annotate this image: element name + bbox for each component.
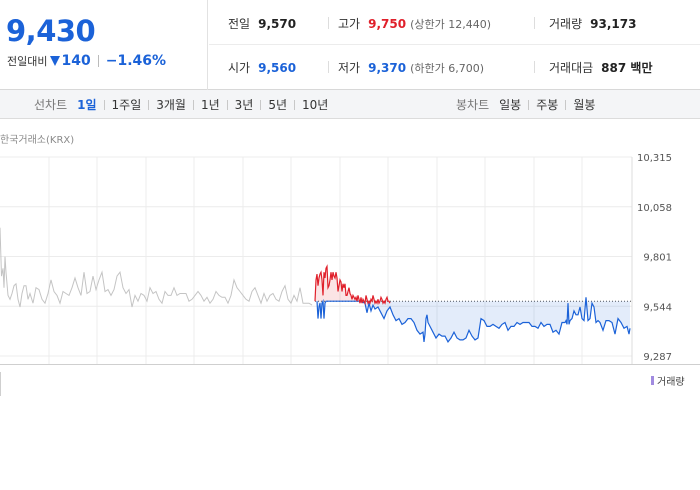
candle-chart-title: 봉차트	[456, 98, 490, 112]
stat-prev-close: 전일 9,570	[228, 15, 296, 32]
y-tick-label: 9,287	[643, 352, 672, 363]
y-tick-label: 9,544	[643, 302, 672, 313]
volume-value: 93,173	[590, 17, 637, 31]
period-divider	[148, 99, 150, 110]
stat-divider	[534, 61, 535, 73]
stats-grid: 전일 9,570 고가 9,750 (상한가 12,440) 거래량 93,17…	[209, 0, 700, 90]
current-price: 9,430	[6, 14, 96, 48]
volume-axis-line	[0, 372, 1, 396]
down-arrow-icon	[50, 56, 61, 66]
change-label: 전일대비	[7, 55, 48, 68]
volume-legend: 거래량	[651, 373, 685, 388]
y-tick-label: 10,315	[637, 153, 672, 164]
chart-baseline	[0, 364, 700, 365]
trade-value: 887 백만	[601, 61, 653, 75]
period-1w-button[interactable]: 1주일	[112, 96, 142, 113]
trade-value-label: 거래대금	[549, 61, 594, 75]
period-5y-button[interactable]: 5년	[268, 96, 287, 113]
y-tick-label: 10,058	[637, 203, 672, 214]
price-chart-area: 10,315 10,058 9,801 9,544 9,287 한국거래소(KRX) 거…	[0, 120, 700, 396]
price-chart: 10,315 10,058 9,801 9,544 9,287	[0, 153, 672, 364]
period-divider	[192, 99, 194, 110]
y-tick-label: 9,801	[643, 253, 672, 264]
stat-high: 고가 9,750 (상한가 12,440)	[338, 15, 491, 32]
period-toolbar: 선차트 1일 1주일 3개월 1년 3년 5년 10년 봉차트 일봉 주봉 월봉	[0, 90, 700, 119]
candle-daily-button[interactable]: 일봉	[499, 96, 521, 113]
stat-trade-value: 거래대금 887 백만	[549, 59, 652, 76]
high-label: 고가	[338, 17, 361, 31]
stat-divider	[328, 17, 329, 29]
stat-open: 시가 9,560	[228, 59, 296, 76]
stats-row-divider	[209, 44, 700, 45]
period-3y-button[interactable]: 3년	[235, 96, 254, 113]
volume-label: 거래량	[549, 17, 583, 31]
quote-summary: 9,430 전일대비 140 −1.46% 전일 9,570 고가 9,750 …	[0, 0, 700, 90]
line-chart-title: 선차트	[34, 98, 68, 112]
period-1y-button[interactable]: 1년	[201, 96, 220, 113]
previous-day-line	[0, 227, 313, 308]
period-divider	[103, 99, 105, 110]
low-value: 9,370	[368, 61, 407, 75]
candle-chart-periods: 봉차트 일봉 주봉 월봉	[456, 90, 595, 119]
high-value: 9,750	[368, 17, 407, 31]
period-1d-button[interactable]: 1일	[77, 96, 96, 113]
period-divider	[528, 99, 530, 110]
upper-limit: (상한가 12,440)	[410, 18, 491, 31]
period-divider	[226, 99, 228, 110]
period-divider	[260, 99, 262, 110]
volume-legend-label: 거래량	[657, 377, 685, 388]
chart-fills	[315, 266, 630, 342]
change-rate: −1.46%	[105, 53, 167, 69]
prev-close-label: 전일	[228, 17, 251, 31]
price-box: 9,430 전일대비 140 −1.46%	[0, 0, 208, 90]
stat-low: 저가 9,370 (하한가 6,700)	[338, 59, 484, 76]
volume-swatch-icon	[651, 376, 654, 385]
change-divider	[97, 55, 99, 67]
prev-close-value: 9,570	[258, 17, 297, 31]
stat-divider	[534, 17, 535, 29]
stat-volume: 거래량 93,173	[549, 15, 636, 32]
candle-weekly-button[interactable]: 주봉	[536, 96, 558, 113]
period-3m-button[interactable]: 3개월	[156, 96, 186, 113]
data-source-label: 한국거래소(KRX)	[0, 135, 75, 146]
chart-grid	[0, 156, 633, 364]
period-divider	[294, 99, 296, 110]
lower-limit: (하한가 6,700)	[410, 62, 484, 75]
open-value: 9,560	[258, 61, 297, 75]
candle-monthly-button[interactable]: 월봉	[573, 96, 595, 113]
change-row: 전일대비 140 −1.46%	[7, 53, 166, 69]
change-value: 140	[61, 53, 91, 69]
y-axis-ticks: 10,315 10,058 9,801 9,544 9,287	[637, 153, 672, 363]
stat-divider	[328, 61, 329, 73]
low-label: 저가	[338, 61, 361, 75]
period-divider	[565, 99, 567, 110]
open-label: 시가	[228, 61, 251, 75]
period-10y-button[interactable]: 10년	[302, 96, 328, 113]
line-chart-periods: 선차트 1일 1주일 3개월 1년 3년 5년 10년	[34, 90, 328, 119]
